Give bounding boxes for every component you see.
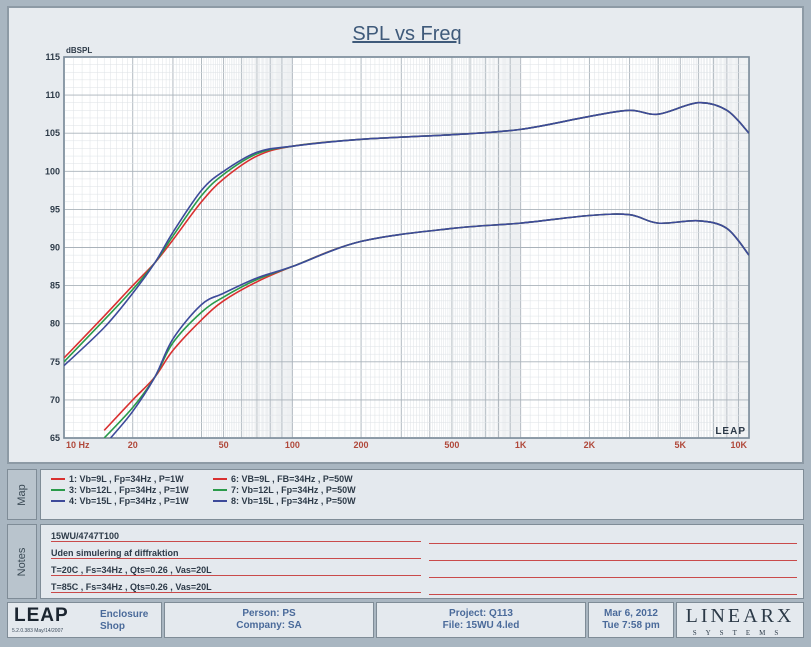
x-tick-label: 10K bbox=[730, 440, 747, 450]
notes-tab-label: Notes bbox=[16, 547, 28, 576]
project-label: Project: Q113 bbox=[449, 608, 513, 619]
y-tick-label: 85 bbox=[50, 281, 60, 291]
note-rule-4 bbox=[429, 594, 797, 595]
note-line-1: 15WU/4747T100 bbox=[51, 531, 421, 542]
note-rule-1 bbox=[429, 543, 797, 544]
time-label: Tue 7:58 pm bbox=[602, 620, 660, 631]
x-tick-label: 100 bbox=[285, 440, 300, 450]
legend-label: 3: Vb=12L , Fp=34Hz , P=1W bbox=[69, 485, 189, 495]
legend-item: 8: Vb=15L , Fp=34Hz , P=50W bbox=[213, 496, 356, 506]
legend-item: 7: Vb=12L , Fp=34Hz , P=50W bbox=[213, 485, 356, 495]
x-tick-label: 500 bbox=[444, 440, 459, 450]
legend-item: 3: Vb=12L , Fp=34Hz , P=1W bbox=[51, 485, 189, 495]
legend-label: 1: Vb=9L , Fp=34Hz , P=1W bbox=[69, 474, 184, 484]
legend-item: 6: VB=9L , FB=34Hz , P=50W bbox=[213, 474, 353, 484]
product-line-1: Enclosure bbox=[100, 609, 149, 620]
legend-swatch bbox=[51, 500, 65, 502]
y-tick-label: 70 bbox=[50, 395, 60, 405]
map-tab-label: Map bbox=[16, 483, 28, 506]
y-tick-label: 75 bbox=[50, 357, 60, 367]
x-tick-label: 10 Hz bbox=[66, 440, 90, 450]
legend-item: 4: Vb=15L , Fp=34Hz , P=1W bbox=[51, 496, 189, 506]
y-tick-label: 105 bbox=[45, 128, 60, 138]
x-tick-label: 20 bbox=[128, 440, 138, 450]
product-line-2: Shop bbox=[100, 621, 125, 632]
legend-swatch bbox=[213, 478, 227, 480]
legend-label: 7: Vb=12L , Fp=34Hz , P=50W bbox=[231, 485, 356, 495]
leap-logo: LEAP bbox=[14, 605, 69, 626]
map-tab[interactable]: Map bbox=[7, 469, 37, 520]
legend-item: 1: Vb=9L , Fp=34Hz , P=1W bbox=[51, 474, 184, 484]
x-tick-label: 50 bbox=[219, 440, 229, 450]
chart-panel: SPL vs Freq dBSPL 115 110 105 100 95 90 85 80 75 70… bbox=[7, 6, 804, 464]
legend-swatch bbox=[51, 489, 65, 491]
leap-watermark: LEAP bbox=[715, 426, 746, 437]
x-tick-label: 2K bbox=[584, 440, 596, 450]
note-line-2: Uden simulering af diffraktion bbox=[51, 548, 421, 559]
y-tick-label: 115 bbox=[45, 52, 60, 62]
x-tick-label: 200 bbox=[354, 440, 369, 450]
leap-logo-box: LEAP 5.2.0.383 May/14/2007 Enclosure Sho… bbox=[7, 602, 162, 638]
y-tick-label: 100 bbox=[45, 166, 60, 176]
spl-chart: SPL vs Freq dBSPL 115 110 105 100 95 90 85 80 75 70… bbox=[45, 23, 750, 450]
linearx-subtitle: SYSTEMS bbox=[692, 629, 788, 637]
note-rule-3 bbox=[429, 577, 797, 578]
y-tick-label: 80 bbox=[50, 319, 60, 329]
linearx-logo-box: LINEARX SYSTEMS bbox=[676, 602, 804, 638]
x-tick-label: 5K bbox=[675, 440, 687, 450]
y-axis-label: dBSPL bbox=[66, 46, 92, 55]
leap-version: 5.2.0.383 May/14/2007 bbox=[12, 628, 64, 634]
note-rule-2 bbox=[429, 560, 797, 561]
y-tick-label: 65 bbox=[50, 433, 60, 443]
file-label: File: 15WU 4.led bbox=[442, 620, 520, 631]
person-label: Person: PS bbox=[242, 608, 296, 619]
legend-label: 6: VB=9L , FB=34Hz , P=50W bbox=[231, 474, 353, 484]
y-tick-label: 110 bbox=[45, 90, 60, 100]
note-line-4: T=85C , Fs=34Hz , Qts=0.26 , Vas=20L bbox=[51, 582, 421, 593]
date-box: Mar 6, 2012 Tue 7:58 pm bbox=[588, 602, 674, 638]
notes-tab[interactable]: Notes bbox=[7, 524, 37, 599]
note-line-3: T=20C , Fs=34Hz , Qts=0.26 , Vas=20L bbox=[51, 565, 421, 576]
date-label: Mar 6, 2012 bbox=[604, 608, 658, 619]
legend-swatch bbox=[51, 478, 65, 480]
person-box: Person: PS Company: SA bbox=[164, 602, 374, 638]
notes-box: 15WU/4747T100 Uden simulering af diffrak… bbox=[40, 524, 804, 599]
y-tick-label: 95 bbox=[50, 204, 60, 214]
legend-label: 4: Vb=15L , Fp=34Hz , P=1W bbox=[69, 496, 189, 506]
company-label: Company: SA bbox=[236, 620, 302, 631]
chart-title: SPL vs Freq bbox=[352, 23, 461, 45]
y-tick-label: 90 bbox=[50, 243, 60, 253]
x-tick-label: 1K bbox=[515, 440, 527, 450]
legend-swatch bbox=[213, 489, 227, 491]
legend-swatch bbox=[213, 500, 227, 502]
project-box: Project: Q113 File: 15WU 4.led bbox=[376, 602, 586, 638]
legend-box: 1: Vb=9L , Fp=34Hz , P=1W 3: Vb=12L , Fp=… bbox=[40, 469, 804, 520]
linearx-logo: LINEARX bbox=[685, 605, 795, 627]
legend-label: 8: Vb=15L , Fp=34Hz , P=50W bbox=[231, 496, 356, 506]
